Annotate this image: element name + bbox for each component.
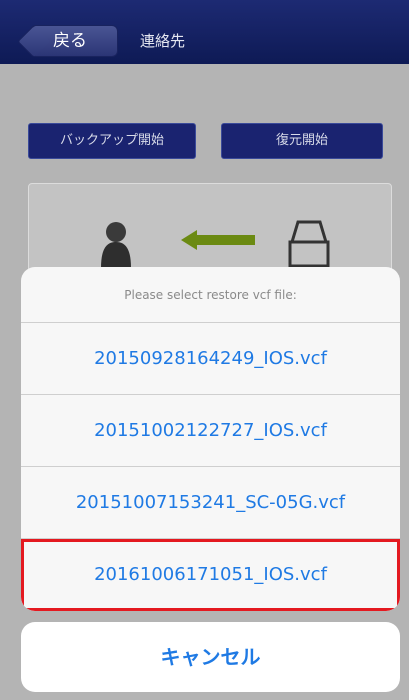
file-option[interactable]: 20151007153241_SC-05G.vcf [21,467,400,539]
cancel-button[interactable]: キャンセル [21,622,400,692]
drive-icon [288,220,330,268]
file-option[interactable]: 20150928164249_IOS.vcf [21,323,400,395]
restore-start-button[interactable]: 復元開始 [221,123,383,159]
back-button-label: 戻る [53,31,87,51]
file-option[interactable]: 20151002122727_IOS.vcf [21,395,400,467]
restore-file-action-sheet: Please select restore vcf file: 20150928… [21,267,400,611]
person-icon [101,222,131,268]
page-title: 連絡先 [140,32,186,50]
action-sheet-title: Please select restore vcf file: [21,267,400,323]
navigation-bar: 戻る 連絡先 [0,0,409,64]
backup-start-button[interactable]: バックアップ開始 [28,123,196,159]
file-option-highlighted[interactable]: 20161006171051_IOS.vcf [21,539,400,611]
back-button[interactable]: 戻る [30,25,118,57]
arrow-left-icon [181,230,255,250]
